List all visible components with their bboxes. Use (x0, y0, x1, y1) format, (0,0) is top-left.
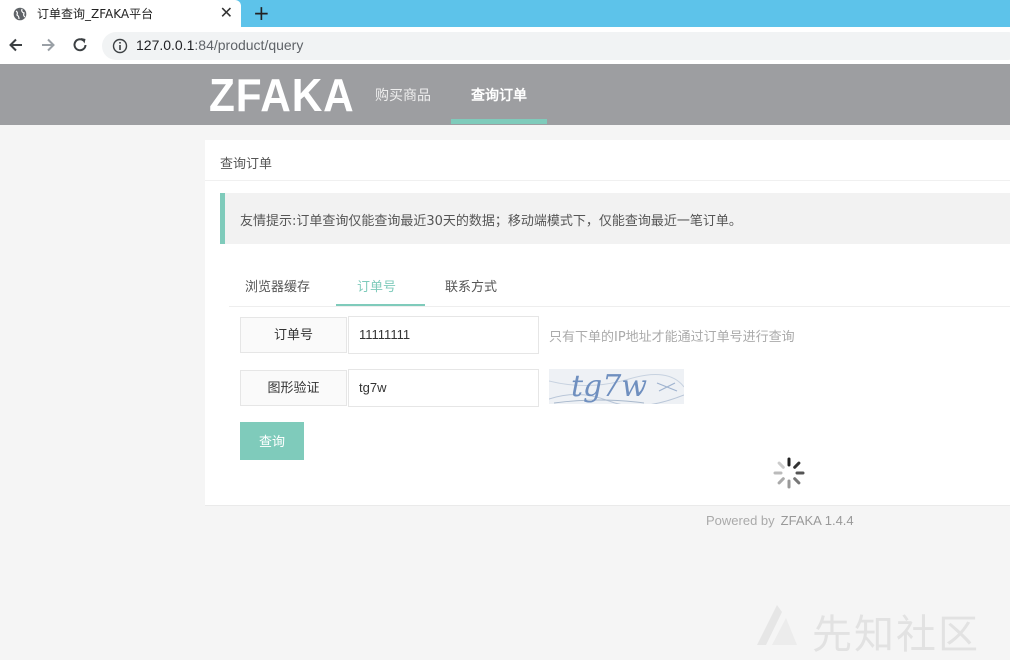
site-header: ZFAKA 购买商品 查询订单 (0, 64, 1010, 125)
footer-brand-link[interactable]: ZFAKA 1.4.4 (781, 513, 854, 528)
footer: Powered by ZFAKA 1.4.4 (706, 513, 854, 528)
url-path: :84/product/query (194, 37, 304, 53)
query-method-tabs: 浏览器缓存 订单号 联系方式 (229, 266, 1010, 307)
captcha-text: tg7w (571, 369, 647, 404)
order-number-hint: 只有下单的IP地址才能通过订单号进行查询 (549, 330, 795, 345)
order-number-input[interactable]: 11111111 (348, 316, 539, 354)
url-host: 127.0.0.1 (136, 37, 195, 53)
powered-by-text: Powered by (706, 513, 775, 528)
watermark-text: 先知社区 (812, 612, 980, 658)
captcha-image[interactable]: tg7w (549, 369, 684, 404)
back-arrow-icon[interactable] (7, 36, 25, 54)
tab-active-indicator (336, 304, 425, 306)
captcha-graphic: tg7w (549, 369, 684, 404)
close-icon[interactable]: ✕ (220, 4, 233, 22)
card-title: 查询订单 (220, 157, 273, 172)
nav-active-indicator (451, 119, 547, 124)
browser-tab[interactable]: 订单查询_ZFAKA平台 ✕ (0, 0, 241, 27)
captcha-input[interactable]: tg7w (348, 369, 539, 407)
nav-item-query-order[interactable]: 查询订单 (471, 85, 527, 105)
query-button[interactable]: 查询 (240, 422, 304, 460)
notice-text: 友情提示:订单查询仅能查询最近30天的数据；移动端模式下，仅能查询最近一笔订单。 (240, 214, 742, 229)
tab-contact-info[interactable]: 联系方式 (445, 276, 497, 295)
browser-tab-bar: 订单查询_ZFAKA平台 ✕ + (0, 0, 1010, 27)
query-order-card: 查询订单 友情提示:订单查询仅能查询最近30天的数据；移动端模式下，仅能查询最近… (205, 140, 1010, 506)
nav-item-buy-products[interactable]: 购买商品 (375, 85, 431, 105)
card-divider (205, 180, 1010, 181)
loading-spinner-icon (773, 457, 805, 489)
order-number-label: 订单号 (240, 317, 347, 353)
captcha-label: 图形验证 (240, 370, 347, 406)
tab-order-number[interactable]: 订单号 (357, 276, 396, 295)
address-bar[interactable]: 127.0.0.1:84/product/query (102, 32, 1010, 60)
site-logo[interactable]: ZFAKA (209, 68, 355, 122)
new-tab-button[interactable]: + (253, 1, 270, 25)
watermark-logo-icon (757, 605, 797, 645)
globe-icon (13, 7, 27, 20)
tab-browser-cache[interactable]: 浏览器缓存 (245, 276, 310, 295)
url-text: 127.0.0.1:84/product/query (136, 37, 303, 53)
forward-arrow-icon[interactable] (39, 36, 57, 54)
browser-toolbar: 127.0.0.1:84/product/query (0, 27, 1010, 65)
reload-icon[interactable] (71, 36, 89, 54)
notice-box: 友情提示:订单查询仅能查询最近30天的数据；移动端模式下，仅能查询最近一笔订单。 (220, 193, 1010, 244)
info-icon[interactable] (112, 38, 128, 54)
browser-tab-title: 订单查询_ZFAKA平台 (37, 7, 154, 21)
